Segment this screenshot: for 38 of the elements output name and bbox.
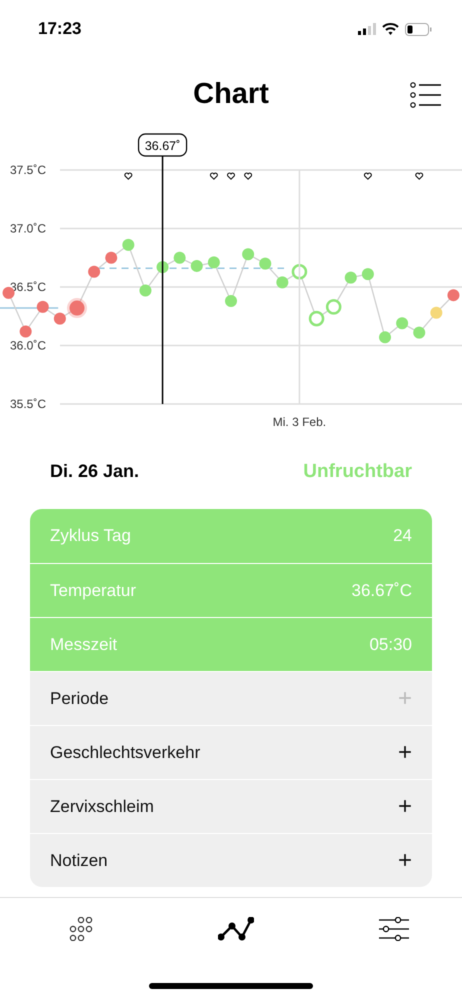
list-icon[interactable]: [410, 82, 442, 108]
entry-row[interactable]: Geschlechtsverkehr +: [30, 725, 432, 779]
data-point[interactable]: [156, 261, 169, 274]
date-label: Mi. 3 Feb.: [272, 415, 326, 429]
axis-label: 37.0˚C: [10, 222, 46, 236]
row-label: Zyklus Tag: [50, 526, 131, 546]
fertility-status: Unfruchtbar: [303, 460, 412, 482]
add-button[interactable]: +: [398, 846, 412, 874]
add-button[interactable]: +: [398, 792, 412, 820]
battery-icon: [405, 22, 432, 36]
wifi-icon: [382, 23, 399, 35]
dots-icon: [68, 917, 94, 941]
row-value: 36.67˚C: [352, 580, 412, 600]
selected-date: Di. 26 Jan.: [50, 461, 140, 482]
row-label: Zervixschleim: [50, 796, 154, 816]
row-label: Geschlechtsverkehr: [50, 742, 200, 762]
value-tooltip: 36.67˚: [138, 133, 188, 157]
row-label: Notizen: [50, 850, 108, 870]
row-label: Periode: [50, 688, 109, 708]
entry-row[interactable]: Zervixschleim +: [30, 779, 432, 833]
axis-label: 36.5˚C: [10, 280, 46, 294]
cover-line: [0, 307, 58, 309]
axis-label: 36.0˚C: [10, 338, 46, 352]
row-value: 24: [393, 526, 412, 546]
entry-row[interactable]: Notizen +: [30, 833, 432, 887]
line-chart-icon: [218, 917, 254, 941]
row-label: Temperatur: [50, 580, 136, 600]
status-time: 17:23: [38, 19, 82, 39]
cursor-line[interactable]: [162, 156, 164, 404]
screen-title: Chart: [193, 78, 269, 110]
add-button[interactable]: +: [398, 738, 412, 766]
axis-label: 35.5˚C: [10, 397, 46, 411]
signal-icon: [358, 23, 376, 35]
temperature-chart[interactable]: 36.67˚ 37.5˚C 37.0˚C 36.5˚C 36.0˚C 35.5˚C Mi. 3 Feb.: [0, 130, 462, 430]
sliders-icon: [378, 917, 410, 941]
row-value: 05:30: [369, 634, 412, 654]
axis-label: 37.5˚C: [10, 163, 46, 177]
row-label: Messzeit: [50, 634, 118, 654]
